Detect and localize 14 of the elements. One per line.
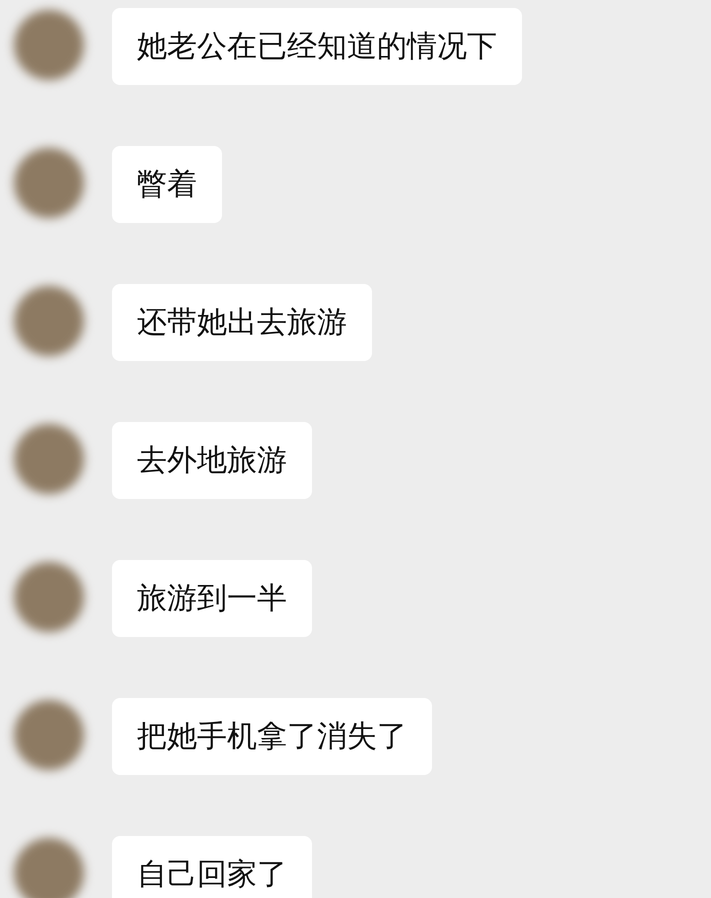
message-bubble: 她老公在已经知道的情况下 (112, 8, 522, 85)
message-bubble: 瞥着 (112, 146, 222, 223)
message-bubble: 还带她出去旅游 (112, 284, 372, 361)
avatar-icon (14, 148, 84, 218)
message-bubble: 把她手机拿了消失了 (112, 698, 432, 775)
message-bubble: 旅游到一半 (112, 560, 312, 637)
avatar-icon (14, 10, 84, 80)
message-bubble: 去外地旅游 (112, 422, 312, 499)
avatar-icon (14, 562, 84, 632)
avatar-icon (14, 286, 84, 356)
avatar-icon (14, 700, 84, 770)
avatar-icon (14, 838, 84, 898)
message-bubble: 自己回家了 (112, 836, 312, 898)
avatar-icon (14, 424, 84, 494)
